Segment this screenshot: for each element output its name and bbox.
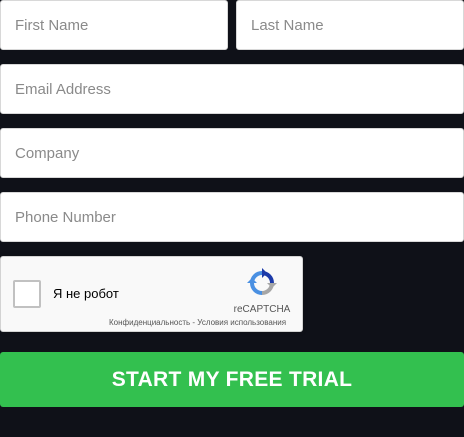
first-name-input[interactable] — [1, 1, 227, 49]
first-name-field[interactable] — [0, 0, 228, 50]
company-input[interactable] — [1, 129, 463, 177]
phone-input[interactable] — [1, 193, 463, 241]
recaptcha-checkbox[interactable] — [13, 280, 41, 308]
recaptcha-widget: Я не робот reCAPTCHA Конфиденциальность … — [0, 256, 303, 332]
phone-field[interactable] — [0, 192, 464, 242]
company-field[interactable] — [0, 128, 464, 178]
recaptcha-terms-link[interactable]: Условия использования — [197, 318, 286, 327]
recaptcha-brand-text: reCAPTCHA — [233, 304, 291, 315]
email-input[interactable] — [1, 65, 463, 113]
last-name-input[interactable] — [237, 1, 463, 49]
start-free-trial-button[interactable]: START MY FREE TRIAL — [0, 352, 464, 407]
recaptcha-privacy-link[interactable]: Конфиденциальность — [109, 318, 190, 327]
recaptcha-checkbox-label: Я не робот — [53, 286, 119, 301]
recaptcha-logo-icon — [247, 268, 277, 295]
recaptcha-links: Конфиденциальность - Условия использован… — [109, 318, 301, 327]
email-field[interactable] — [0, 64, 464, 114]
last-name-field[interactable] — [236, 0, 464, 50]
